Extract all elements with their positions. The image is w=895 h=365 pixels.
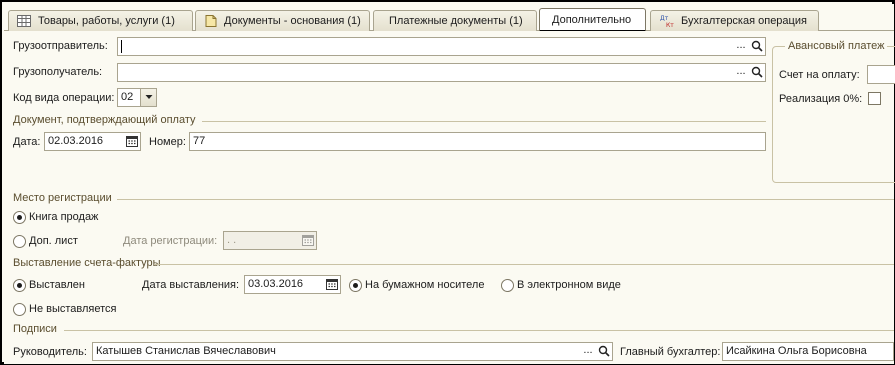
additional-sheet-radio[interactable] [13, 235, 26, 248]
payment-number-label: Номер: [149, 136, 186, 148]
tab-label: Товары, работы, услуги (1) [38, 15, 175, 27]
divider [202, 121, 766, 122]
consignee-select-button[interactable]: ... [733, 64, 749, 81]
registration-date-label: Дата регистрации: [123, 235, 218, 247]
registration-date-field: . . [223, 231, 317, 250]
paper-label: На бумажном носителе [365, 279, 485, 291]
realization-label: Реализация 0%: [779, 93, 863, 105]
calendar-icon[interactable] [124, 133, 140, 150]
tab-bar: Товары, работы, услуги (1) Документы - о… [4, 4, 894, 32]
advance-title: Авансовый платеж [785, 40, 888, 52]
divider [64, 330, 894, 331]
advance-invoice-field[interactable] [867, 65, 895, 84]
additional-sheet-label: Доп. лист [29, 235, 78, 247]
payment-doc-title: Документ, подтверждающий оплату [13, 114, 196, 126]
registration-title: Место регистрации [13, 192, 112, 204]
sales-book-label: Книга продаж [29, 211, 99, 223]
consignee-label: Грузополучатель: [13, 66, 103, 78]
text-cursor [121, 40, 122, 53]
tab-payment-documents[interactable]: Платежные документы (1) [373, 10, 537, 31]
operation-code-label: Код вида операции: [13, 92, 115, 104]
sales-book-radio[interactable] [13, 211, 26, 224]
issue-date-field[interactable]: 03.03.2016 [244, 275, 341, 294]
issued-label: Выставлен [29, 279, 85, 291]
accountant-input[interactable]: Исайкина Ольга Борисовна [722, 342, 894, 361]
table-icon [17, 14, 31, 28]
issued-radio[interactable] [13, 279, 26, 292]
document-icon [204, 14, 218, 28]
paper-radio[interactable] [349, 279, 362, 292]
calendar-icon[interactable] [324, 276, 340, 293]
consignee-input[interactable]: ... [117, 63, 766, 82]
electronic-radio[interactable] [501, 279, 514, 292]
head-search-icon[interactable] [596, 343, 612, 360]
advance-invoice-label: Счет на оплату: [779, 69, 860, 81]
not-issued-label: Не выставляется [29, 303, 117, 315]
divider [117, 199, 894, 200]
tab-label: Бухгалтерская операция [681, 15, 807, 27]
issue-date-label: Дата выставления: [142, 279, 240, 291]
head-label: Руководитель: [13, 346, 87, 358]
shipper-label: Грузоотправитель: [13, 40, 108, 52]
payment-number-field[interactable]: 77 [189, 132, 766, 151]
shipper-search-icon[interactable] [749, 38, 765, 55]
tab-content-additional: Грузоотправитель: ... Грузополучатель: .… [4, 31, 895, 364]
svg-text:Дт: Дт [660, 15, 669, 22]
chevron-down-icon[interactable] [140, 89, 156, 106]
tab-additional[interactable]: Дополнительно [539, 8, 646, 32]
dt-kt-icon: Дт Кт [660, 14, 674, 29]
not-issued-radio[interactable] [13, 303, 26, 316]
signatures-title: Подписи [13, 323, 57, 335]
payment-date-field[interactable]: 02.03.2016 [44, 132, 141, 151]
window-frame: Товары, работы, услуги (1) Документы - о… [0, 0, 895, 365]
divider [154, 264, 894, 265]
operation-code-select[interactable]: 02 [117, 88, 157, 107]
electronic-label: В электронном виде [517, 279, 621, 291]
tab-label: Дополнительно [552, 14, 632, 26]
head-input[interactable]: Катышев Станислав Вячеславович ... [92, 342, 613, 361]
realization-checkbox[interactable] [868, 92, 881, 105]
calendar-icon [300, 232, 316, 249]
accountant-label: Главный бухгалтер: [620, 346, 721, 358]
consignee-search-icon[interactable] [749, 64, 765, 81]
payment-date-label: Дата: [13, 136, 41, 148]
tab-accounting-operation[interactable]: Дт Кт Бухгалтерская операция [650, 10, 819, 31]
tab-goods-services[interactable]: Товары, работы, услуги (1) [8, 10, 193, 31]
head-select-button[interactable]: ... [580, 343, 596, 360]
invoice-issue-title: Выставление счета-фактуры [13, 257, 161, 269]
svg-text:Кт: Кт [666, 22, 674, 28]
tab-base-documents[interactable]: Документы - основания (1) [195, 10, 370, 31]
tab-label: Платежные документы (1) [389, 15, 523, 27]
tab-label: Документы - основания (1) [224, 15, 361, 27]
shipper-input[interactable]: ... [117, 37, 766, 56]
shipper-select-button[interactable]: ... [733, 38, 749, 55]
